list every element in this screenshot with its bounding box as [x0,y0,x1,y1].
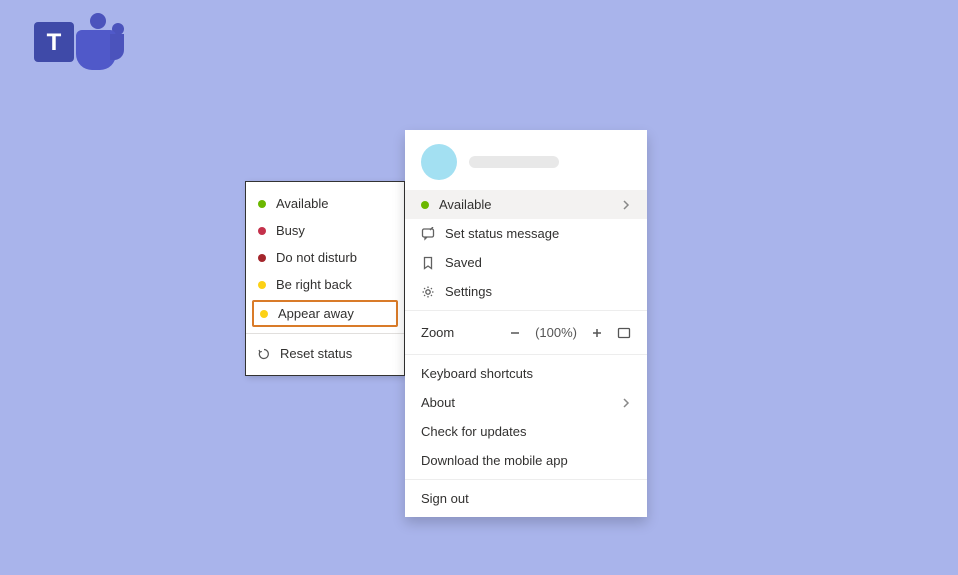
status-option-busy[interactable]: Busy [246,217,404,244]
menu-item-updates[interactable]: Check for updates [405,417,647,446]
menu-item-about[interactable]: About [405,388,647,417]
status-option-brb[interactable]: Be right back [246,271,404,298]
status-option-dnd[interactable]: Do not disturb [246,244,404,271]
menu-item-set-status[interactable]: Set status message [405,219,647,248]
status-option-label: Available [276,196,329,211]
menu-item-presence[interactable]: Available [405,190,647,219]
menu-item-settings[interactable]: Settings [405,277,647,306]
menu-item-label: Check for updates [421,424,527,439]
gear-icon [421,285,435,299]
status-option-label: Appear away [278,306,354,321]
user-name-placeholder [469,156,559,168]
menu-item-label: Settings [445,284,492,299]
reset-icon [258,348,270,360]
menu-item-label: Set status message [445,226,559,241]
zoom-label: Zoom [421,325,454,340]
teams-logo: T [28,12,128,72]
zoom-in-button[interactable] [591,327,603,339]
presence-dot-available-icon [421,201,429,209]
menu-divider [405,310,647,311]
menu-item-shortcuts[interactable]: Keyboard shortcuts [405,359,647,388]
presence-dot-dnd-icon [258,254,266,262]
menu-item-label: Download the mobile app [421,453,568,468]
status-option-label: Busy [276,223,305,238]
menu-item-label: Saved [445,255,482,270]
menu-item-mobile[interactable]: Download the mobile app [405,446,647,475]
status-option-available[interactable]: Available [246,190,404,217]
menu-item-label: Available [439,197,492,212]
menu-divider [405,354,647,355]
status-option-reset[interactable]: Reset status [246,340,404,367]
presence-dot-available-icon [258,200,266,208]
menu-item-signout[interactable]: Sign out [405,484,647,513]
status-option-label: Be right back [276,277,352,292]
presence-dot-brb-icon [258,281,266,289]
chevron-right-icon [621,200,631,210]
menu-divider [246,333,404,334]
svg-text:T: T [47,29,62,56]
presence-dot-away-icon [260,310,268,318]
edit-message-icon [421,227,435,241]
status-option-away[interactable]: Appear away [252,300,398,327]
bookmark-icon [421,256,435,270]
account-header [405,130,647,190]
status-submenu: Available Busy Do not disturb Be right b… [245,181,405,376]
status-option-label: Do not disturb [276,250,357,265]
zoom-row: Zoom (100%) [405,315,647,350]
zoom-out-button[interactable] [509,327,521,339]
menu-item-label: Sign out [421,491,469,506]
menu-item-saved[interactable]: Saved [405,248,647,277]
zoom-percentage: (100%) [535,325,577,340]
presence-dot-busy-icon [258,227,266,235]
menu-divider [405,479,647,480]
status-option-label: Reset status [280,346,352,361]
menu-item-label: Keyboard shortcuts [421,366,533,381]
chevron-right-icon [621,398,631,408]
avatar [421,144,457,180]
account-menu: Available Set status message Saved Setti… [405,130,647,517]
menu-item-label: About [421,395,455,410]
fullscreen-button[interactable] [617,326,631,340]
